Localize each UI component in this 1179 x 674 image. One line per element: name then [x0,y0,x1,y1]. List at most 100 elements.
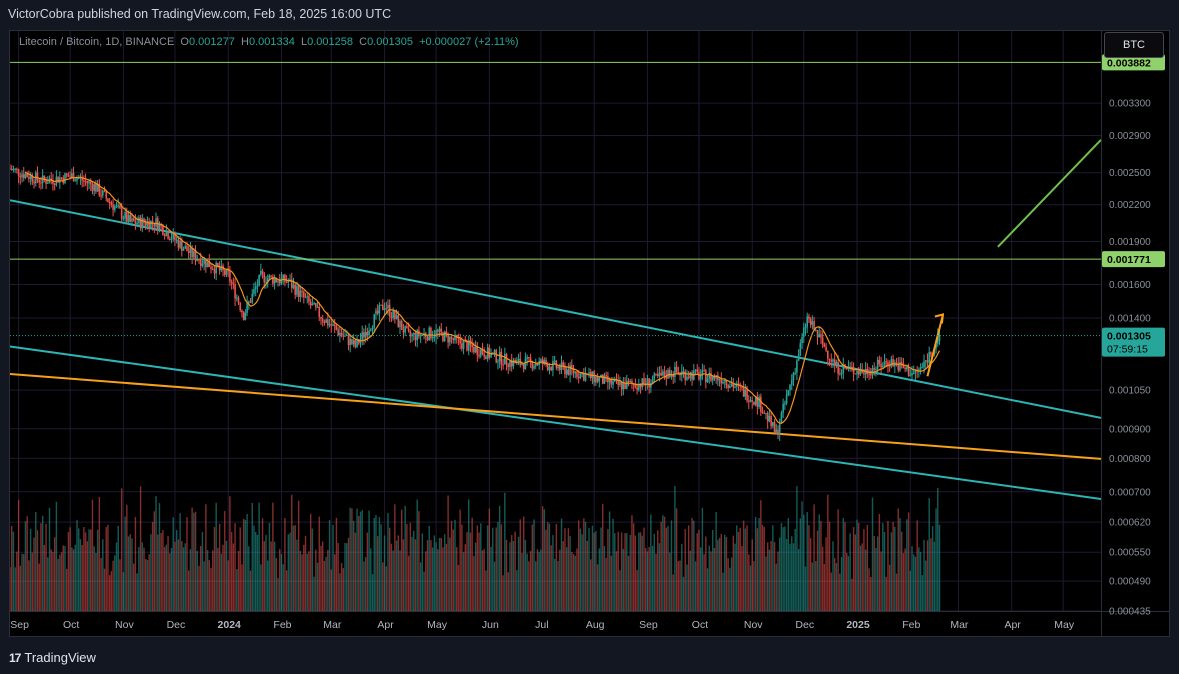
candle-body [249,301,252,303]
price-chart[interactable]: 0.003300 0.002900 0.002500 0.002200 0.001900… [10,31,1169,636]
volume-bar [23,554,25,611]
candle-body [827,350,829,359]
candle-body [796,360,798,373]
time-tick-label: Jul [535,619,548,631]
candle-body [395,315,398,320]
volume-bar [904,548,906,611]
volume-bar [481,550,484,611]
volume-bar [674,486,676,611]
candle-body [868,374,870,376]
candle-body [809,318,812,325]
volume-bar [524,540,527,611]
candle-body [241,310,243,313]
volume-bar [91,499,94,611]
candle-body [351,338,353,345]
volume-bar [287,534,290,611]
volume-bar [890,532,893,611]
volume-bar [684,529,686,611]
candle-body [203,259,205,264]
candle-body [302,291,305,298]
volume-bar [90,529,92,611]
candle-body [495,350,498,363]
candle-body [74,180,77,182]
volume-bar [24,521,27,611]
volume-bar [306,553,308,611]
volume-bar [478,532,480,611]
candle-body [924,360,927,362]
candle-body [182,248,185,251]
candle-body [376,310,379,314]
candle-body [897,363,900,371]
candle-body [284,274,286,282]
candle-body [306,296,309,298]
candle-body [892,359,894,367]
candle-body [285,281,288,283]
candle-body [144,222,147,226]
candle-body [789,384,791,391]
volume-bar [291,494,293,611]
volume-bar [158,503,161,611]
candle-body [863,372,865,375]
volume-bar [758,518,760,611]
volume-bar [16,551,18,611]
price-tick-label: 0.000900 [1109,424,1151,435]
volume-bar [318,516,320,611]
volume-bar [712,529,714,611]
candle-body [787,390,790,395]
volume-bar [225,540,228,611]
candle-body [337,329,339,335]
volume-bar [531,524,534,611]
volume-bar [590,559,592,611]
tradingview-logo[interactable]: 17 TradingView [9,650,96,665]
volume-bar [806,512,808,611]
volume-bar [913,554,915,611]
volume-bar [316,562,319,611]
volume-bar [218,523,221,611]
volume-bar [366,532,369,611]
candle-body [522,363,525,370]
volume-bar [859,545,862,611]
volume-bar [421,533,424,611]
candle-body [428,327,431,341]
volume-bar [473,556,475,611]
volume-bar [935,508,937,611]
volume-bar [375,515,377,611]
volume-bar [151,522,154,611]
price-tick-label: 0.001400 [1109,314,1151,325]
chart-pane[interactable]: 0.003300 0.002900 0.002500 0.002200 0.001900… [9,30,1170,637]
candle-body [912,372,915,374]
volume-bar [827,494,829,611]
volume-bar [191,507,193,611]
volume-bar [892,521,894,611]
volume-bar [145,558,147,611]
candle-body [653,373,656,380]
candle-body [100,195,102,197]
volume-bar [596,564,599,611]
volume-bar [332,524,334,611]
candle-body [333,324,336,327]
candle-body [184,246,187,249]
currency-button[interactable]: BTC [1104,32,1164,58]
candle-body [115,205,118,207]
volume-bar [354,532,357,611]
volume-bar [19,565,22,611]
candle-body [440,328,443,333]
candle-body [16,168,18,170]
volume-bar [766,542,769,611]
level-price-label: 0.003882 [1107,57,1151,69]
volume-bar [662,515,664,611]
volume-bar [100,557,102,611]
volume-bar [502,575,504,611]
candle-body [366,331,369,336]
candle-body [450,336,453,339]
volume-bar [378,517,381,611]
candle-body [19,175,22,178]
drawings [10,61,1101,501]
volume-bar [33,537,35,611]
candle-body [83,180,85,182]
volume-bar [112,560,114,611]
volume-bar [787,518,790,611]
candle-body [198,259,200,261]
volume-bar [277,577,279,611]
volume-bar [615,551,618,611]
